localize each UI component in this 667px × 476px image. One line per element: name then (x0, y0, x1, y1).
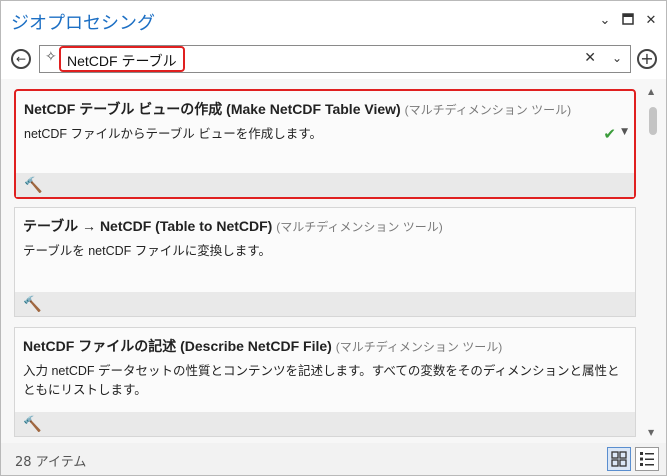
hammer-icon: 🔨 (23, 415, 42, 433)
check-icon[interactable]: ✔ (603, 125, 616, 143)
result-title[interactable]: NetCDF テーブル ビューの作成 (Make NetCDF Table Vi… (24, 101, 401, 117)
grid-icon (611, 451, 627, 467)
item-count: 28 アイテム (15, 455, 87, 470)
tile-view-button[interactable] (607, 447, 631, 471)
results-scrollbar[interactable]: ▲ ▼ (646, 87, 660, 437)
clear-search-icon[interactable]: ✕ (584, 50, 596, 66)
results-list: NetCDF テーブル ビューの作成 (Make NetCDF Table Vi… (1, 81, 666, 439)
arrow-left-icon: ← (15, 52, 27, 66)
result-footer: 🔨 (16, 173, 634, 197)
result-type: (マルチディメンション ツール) (276, 220, 443, 234)
sparkle-icon: ✧ (45, 49, 57, 65)
result-type: (マルチディメンション ツール) (335, 340, 503, 354)
pane-titlebar: ジオプロセシング ⌄ ✕ (1, 1, 666, 41)
result-footer: 🔨 (15, 292, 635, 316)
list-icon (640, 452, 654, 466)
result-title[interactable]: NetCDF ファイルの記述 (Describe NetCDF File) (23, 338, 332, 354)
search-input[interactable]: ✧ NetCDF テーブル ✕ ⌄ (39, 45, 631, 73)
result-title[interactable]: テーブル → NetCDF (Table to NetCDF) (23, 218, 272, 234)
search-row: ← ✧ NetCDF テーブル ✕ ⌄ + (1, 41, 666, 79)
scroll-thumb[interactable] (649, 107, 657, 135)
list-view-button[interactable] (635, 447, 659, 471)
status-bar: 28 アイテム (1, 443, 666, 475)
hammer-icon: 🔨 (24, 176, 43, 194)
hammer-icon: 🔨 (23, 295, 42, 313)
result-footer: 🔨 (15, 412, 635, 436)
result-description: 入力 netCDF データセットの性質とコンテンツを記述します。すべての変数をそ… (23, 364, 620, 397)
caret-down-icon[interactable]: ▼ (621, 127, 628, 137)
result-item[interactable]: NetCDF ファイルの記述 (Describe NetCDF File) (マ… (14, 327, 636, 437)
result-item[interactable]: NetCDF テーブル ビューの作成 (Make NetCDF Table Vi… (14, 89, 636, 199)
pane-title: ジオプロセシング (11, 13, 155, 34)
chevron-down-icon[interactable]: ⌄ (597, 13, 613, 29)
back-button[interactable]: ← (11, 49, 31, 69)
scroll-up-icon[interactable]: ▲ (648, 87, 654, 96)
plus-icon: + (640, 49, 654, 68)
maximize-icon[interactable] (620, 13, 636, 29)
result-type: (マルチディメンション ツール) (404, 103, 572, 117)
result-description: テーブルを netCDF ファイルに変換します。 (23, 244, 272, 258)
scroll-down-icon[interactable]: ▼ (648, 428, 654, 437)
chevron-down-icon[interactable]: ⌄ (612, 51, 622, 65)
search-query[interactable]: NetCDF テーブル (59, 46, 185, 72)
add-button[interactable]: + (637, 49, 657, 69)
result-description: netCDF ファイルからテーブル ビューを作成します。 (24, 127, 323, 141)
result-item[interactable]: テーブル → NetCDF (Table to NetCDF) (マルチディメン… (14, 207, 636, 317)
close-icon[interactable]: ✕ (643, 13, 659, 29)
geoprocessing-pane: ジオプロセシング ⌄ ✕ ← ✧ NetCDF テーブル ✕ ⌄ + NetCD… (0, 0, 667, 476)
